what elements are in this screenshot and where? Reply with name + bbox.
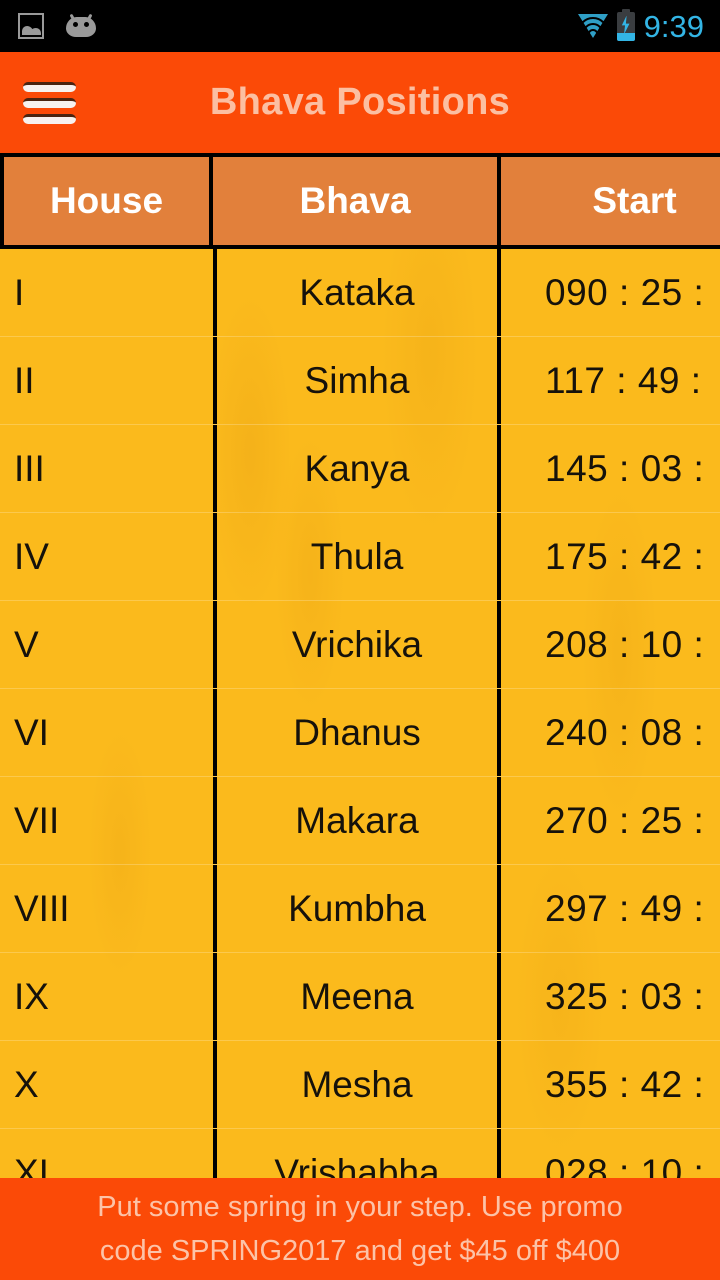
table-row[interactable]: VI Dhanus 240 : 08 :: [0, 689, 720, 777]
column-header-bhava[interactable]: Bhava: [213, 157, 497, 245]
cell-bhava: Mesha: [213, 1041, 501, 1128]
android-eye-left: [73, 22, 78, 27]
cell-bhava: Vrichika: [213, 601, 501, 688]
table-row[interactable]: I Kataka 090 : 25 :: [0, 249, 720, 337]
wifi-arc-inner: [587, 29, 599, 38]
cell-house: VIII: [14, 887, 70, 929]
cell-start: 270 : 25 :: [545, 799, 705, 841]
table-body: I Kataka 090 : 25 : II Simha 117 : 49 : III Kan…: [0, 249, 720, 1178]
phone-screen: 9:39 Bhava Positions House Bhava Start I…: [0, 0, 720, 1280]
cell-house: IX: [14, 975, 49, 1017]
cell-bhava: Kumbha: [213, 865, 501, 952]
lightning-bolt-icon: [621, 15, 630, 35]
table-row[interactable]: X Mesha 355 : 42 :: [0, 1041, 720, 1129]
cell-house: X: [14, 1063, 39, 1105]
table-row[interactable]: V Vrichika 208 : 10 :: [0, 601, 720, 689]
cell-start: 090 : 25 :: [545, 271, 705, 313]
cell-start: 240 : 08 :: [545, 711, 705, 753]
cell-start: 028 : 10 :: [545, 1151, 705, 1179]
column-header-start[interactable]: Start: [501, 157, 720, 245]
table-row[interactable]: VII Makara 270 : 25 :: [0, 777, 720, 865]
battery-charging-icon: [616, 8, 635, 41]
cell-start: 145 : 03 :: [545, 447, 705, 489]
cell-bhava: Makara: [213, 777, 501, 864]
cell-house: VI: [14, 711, 49, 753]
cell-bhava: Kataka: [213, 249, 501, 336]
cell-bhava: Dhanus: [213, 689, 501, 776]
cell-house: V: [14, 623, 39, 665]
cell-start: 175 : 42 :: [545, 535, 705, 577]
table-row[interactable]: IX Meena 325 : 03 :: [0, 953, 720, 1041]
cell-house: IV: [14, 535, 49, 577]
table-header-row: House Bhava Start: [0, 153, 720, 249]
table-row[interactable]: III Kanya 145 : 03 :: [0, 425, 720, 513]
cell-house: XI: [14, 1151, 49, 1179]
status-bar-right-icons: 9:39: [577, 8, 704, 44]
android-head-shape: [66, 17, 96, 37]
cell-start: 208 : 10 :: [545, 623, 705, 665]
status-bar-clock: 9:39: [643, 8, 704, 44]
cell-bhava: Meena: [213, 953, 501, 1040]
bhava-positions-table[interactable]: House Bhava Start I Kataka 090 : 25 : II Sim…: [0, 153, 720, 1178]
page-title: Bhava Positions: [209, 81, 511, 123]
cell-start: 355 : 42 :: [545, 1063, 705, 1105]
android-head-icon: [66, 13, 96, 37]
cell-start: 117 : 49 :: [545, 359, 702, 401]
ad-banner[interactable]: Put some spring in your step. Use promo …: [0, 1178, 720, 1280]
status-bar-left-icons: [18, 13, 96, 39]
cell-house: III: [14, 447, 45, 489]
cell-start: 325 : 03 :: [545, 975, 705, 1017]
table-row[interactable]: IV Thula 175 : 42 :: [0, 513, 720, 601]
cell-bhava: Vrishabha: [213, 1129, 501, 1178]
cell-bhava: Simha: [213, 337, 501, 424]
status-bar: 9:39: [0, 0, 720, 52]
table-row[interactable]: II Simha 117 : 49 :: [0, 337, 720, 425]
cell-start: 297 : 49 :: [545, 887, 705, 929]
battery-level-fill: [616, 32, 635, 41]
cell-bhava: Kanya: [213, 425, 501, 512]
table-row[interactable]: XI Vrishabha 028 : 10 :: [0, 1129, 720, 1178]
app-bar: Bhava Positions: [0, 52, 720, 153]
cell-house: II: [14, 359, 35, 401]
cell-bhava: Thula: [213, 513, 501, 600]
ad-banner-line-2: code SPRING2017 and get $45 off $400: [99, 1235, 621, 1267]
column-header-house[interactable]: House: [0, 157, 209, 245]
cell-house: I: [14, 271, 25, 313]
gallery-icon: [18, 13, 44, 39]
android-eye-right: [84, 22, 89, 27]
cell-house: VII: [14, 799, 60, 841]
table-row[interactable]: VIII Kumbha 297 : 49 :: [0, 865, 720, 953]
wifi-icon: [577, 14, 608, 38]
ad-banner-line-1: Put some spring in your step. Use promo: [97, 1191, 623, 1223]
